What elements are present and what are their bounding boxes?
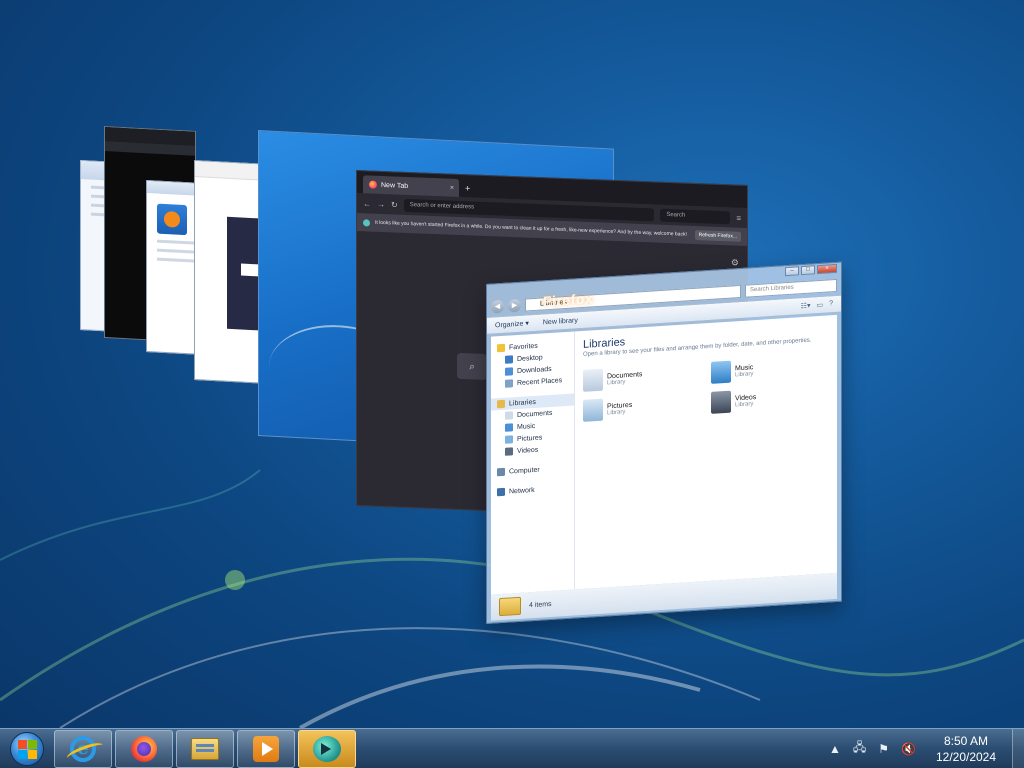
taskbar-media-player[interactable] — [237, 729, 295, 768]
downloads-icon — [505, 367, 513, 376]
recent-places-icon — [505, 379, 513, 388]
forward-icon[interactable]: → — [377, 199, 385, 208]
computer-icon — [497, 467, 505, 477]
windows-logo-icon — [10, 731, 44, 766]
library-videos[interactable]: Videos Library — [711, 384, 829, 414]
internet-explorer-icon: e — [70, 735, 96, 762]
music-icon — [505, 423, 513, 432]
system-tray: ▲ 🖧 ⚑ 🔇 8:50 AM 12/20/2024 — [829, 729, 1012, 768]
clock[interactable]: 8:50 AM 12/20/2024 — [928, 733, 1004, 765]
network-icon — [497, 487, 505, 497]
firefox-icon — [131, 735, 157, 762]
media-player-icon — [157, 203, 187, 236]
window-libraries-explorer[interactable]: – □ × ◀ ▶ Libraries Search Libraries Org… — [486, 261, 842, 624]
desktop-icon — [505, 355, 513, 364]
windows-explorer-icon — [191, 737, 219, 760]
taskbar-firefox[interactable] — [115, 729, 173, 768]
gear-icon[interactable]: ⚙ — [731, 257, 739, 268]
action-center-flag-icon[interactable]: ⚑ — [878, 742, 889, 756]
tab-title: New Tab — [381, 181, 409, 190]
music-icon — [711, 360, 731, 384]
new-library-button[interactable]: New library — [543, 317, 578, 326]
library-grid: Documents Library Music Library Pictures Li… — [583, 354, 829, 422]
view-options-icon[interactable]: ☷▾ — [801, 302, 811, 311]
documents-icon — [505, 411, 513, 420]
forward-button[interactable]: ▶ — [508, 298, 521, 313]
start-button[interactable] — [0, 729, 54, 768]
back-button[interactable]: ◀ — [491, 299, 504, 314]
search-bar[interactable]: Search — [660, 208, 731, 224]
explorer-body: Favorites Desktop Downloads Recent Place… — [491, 314, 837, 595]
close-icon[interactable]: × — [450, 184, 454, 191]
volume-muted-icon[interactable]: 🔇 — [901, 742, 916, 756]
back-icon[interactable]: ← — [363, 199, 371, 208]
refresh-firefox-button[interactable]: Refresh Firefox... — [694, 230, 741, 242]
star-icon — [497, 343, 505, 353]
minimize-button[interactable]: – — [785, 266, 799, 277]
desktop: New Tab × + ← → ↻ Search or enter addres… — [0, 0, 1024, 728]
info-icon — [363, 218, 370, 227]
new-tab-button[interactable]: + — [465, 183, 470, 193]
item-count: 4 items — [529, 600, 552, 609]
show-desktop-button[interactable] — [1012, 728, 1024, 768]
taskbar-internet-explorer[interactable]: e — [54, 729, 112, 768]
documents-icon — [583, 368, 603, 392]
pictures-icon — [505, 435, 513, 444]
flip3d-stack: New Tab × + ← → ↻ Search or enter addres… — [0, 0, 1024, 728]
search-icon[interactable]: ⌕ — [457, 352, 487, 381]
clock-time: 8:50 AM — [943, 733, 989, 748]
folder-icon — [499, 596, 521, 617]
firefox-icon — [369, 180, 377, 189]
tab-new-tab[interactable]: New Tab × — [363, 175, 459, 197]
organize-button[interactable]: Organize ▾ — [495, 319, 529, 329]
taskbar-windows-explorer[interactable] — [176, 729, 234, 768]
firefox-logo-overlay: Firefox — [543, 290, 594, 310]
taskbar: e ▲ 🖧 ⚑ 🔇 8:50 AM 12/20/2024 — [0, 728, 1024, 768]
network-icon[interactable]: 🖧 — [853, 738, 866, 759]
close-button[interactable]: × — [817, 263, 837, 275]
reload-icon[interactable]: ↻ — [391, 200, 398, 209]
media-player-icon — [253, 735, 279, 762]
taskbar-flip3d[interactable] — [298, 729, 356, 768]
show-hidden-icons-arrow[interactable]: ▲ — [829, 742, 841, 756]
clock-date: 12/20/2024 — [935, 749, 997, 764]
videos-icon — [505, 447, 513, 456]
search-input[interactable]: Search Libraries — [745, 278, 837, 298]
preview-pane-icon[interactable]: ▭ — [816, 301, 823, 309]
navigation-pane: Favorites Desktop Downloads Recent Place… — [491, 331, 575, 595]
videos-icon — [711, 390, 731, 414]
libraries-content: Libraries Open a library to see your fil… — [575, 315, 837, 589]
libraries-icon — [497, 399, 505, 409]
pictures-icon — [583, 398, 603, 422]
flip3d-icon — [313, 735, 341, 762]
maximize-button[interactable]: □ — [801, 265, 815, 276]
library-music[interactable]: Music Library — [711, 354, 829, 384]
library-pictures[interactable]: Pictures Library — [583, 392, 701, 422]
menu-icon[interactable]: ≡ — [736, 213, 741, 222]
library-documents[interactable]: Documents Library — [583, 362, 701, 392]
help-icon[interactable]: ? — [829, 300, 833, 308]
